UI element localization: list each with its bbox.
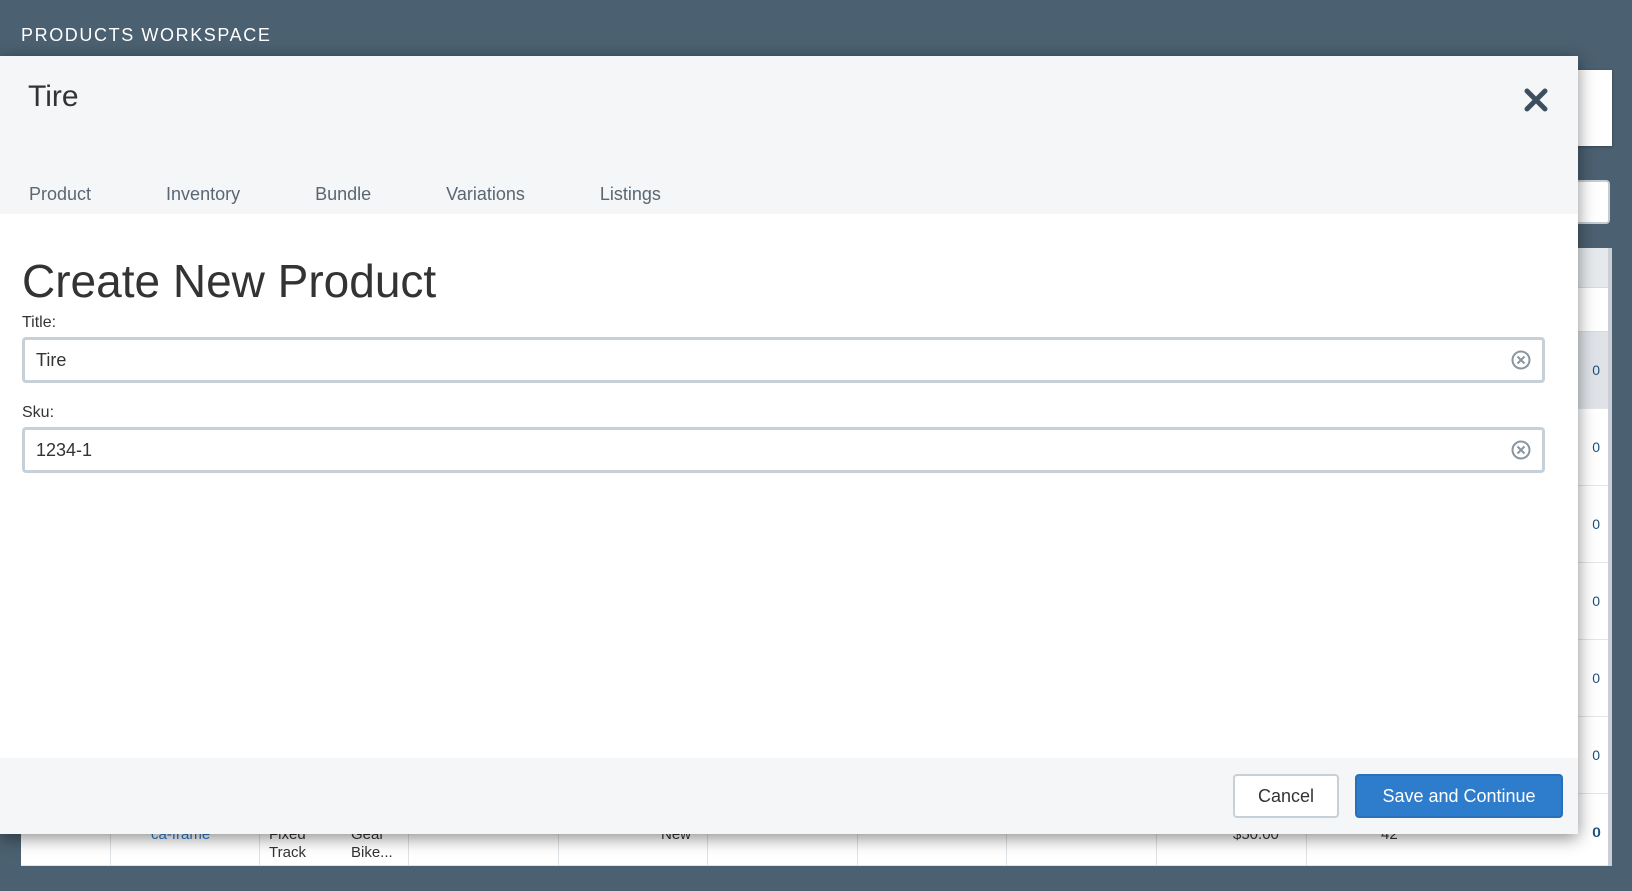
close-button[interactable] <box>1520 84 1552 116</box>
tab-listings[interactable]: Listings <box>600 174 661 214</box>
page-title: Create New Product <box>22 255 437 307</box>
tab-product[interactable]: Product <box>29 174 91 214</box>
modal-tabs: Product Inventory Bundle Variations List… <box>0 174 707 214</box>
save-and-continue-button[interactable]: Save and Continue <box>1355 774 1563 818</box>
clear-icon[interactable] <box>1511 440 1531 460</box>
cancel-button[interactable]: Cancel <box>1233 774 1339 818</box>
title-input[interactable] <box>25 340 1475 380</box>
tab-inventory[interactable]: Inventory <box>166 174 240 214</box>
title-label: Title: <box>22 314 57 331</box>
modal-footer: Cancel Save and Continue <box>0 758 1578 834</box>
product-modal: Tire Product Inventory Bundle Variations… <box>0 56 1578 834</box>
sku-field[interactable] <box>22 427 1545 473</box>
modal-body: Create New Product Title: Sku: <box>0 214 1578 758</box>
sku-label: Sku: <box>22 404 55 421</box>
row-text: Track <box>269 844 306 861</box>
table-scrollbar[interactable] <box>1608 248 1612 866</box>
workspace-title: PRODUCTS WORKSPACE <box>21 25 272 45</box>
tab-variations[interactable]: Variations <box>446 174 525 214</box>
row-value: 0 <box>1593 824 1601 840</box>
row-value: 0 <box>1592 516 1600 532</box>
sku-input[interactable] <box>25 430 1475 470</box>
row-text: Bike... <box>351 844 393 861</box>
title-field[interactable] <box>22 337 1545 383</box>
row-value: 0 <box>1592 747 1600 763</box>
row-value: 0 <box>1592 439 1600 455</box>
row-value: 0 <box>1592 362 1600 378</box>
row-value: 0 <box>1592 593 1600 609</box>
clear-icon[interactable] <box>1511 350 1531 370</box>
row-value: 0 <box>1592 670 1600 686</box>
tab-bundle[interactable]: Bundle <box>315 174 371 214</box>
modal-title: Tire <box>28 80 79 113</box>
modal-header: Tire Product Inventory Bundle Variations… <box>0 56 1578 214</box>
close-icon <box>1524 88 1548 112</box>
